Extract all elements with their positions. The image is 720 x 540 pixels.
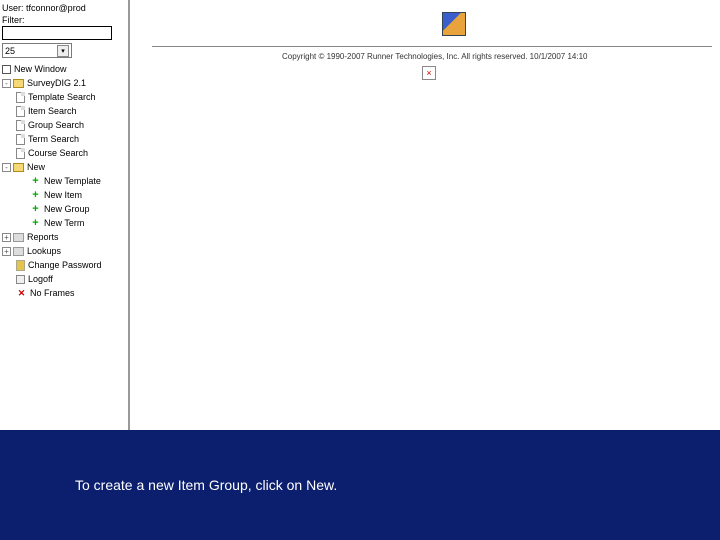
- tree-new-term[interactable]: + New Term: [2, 216, 126, 230]
- plus-icon: +: [30, 188, 41, 202]
- user-label: User:: [2, 3, 24, 13]
- lock-icon: [16, 260, 25, 271]
- plus-icon: +: [30, 202, 41, 216]
- tree-item-search[interactable]: Item Search: [2, 104, 126, 118]
- checkbox-icon[interactable]: [2, 65, 11, 74]
- broken-image-icon: ×: [422, 66, 436, 80]
- tree-new-window[interactable]: New Window: [2, 62, 126, 76]
- chevron-down-icon: ▾: [57, 45, 69, 57]
- folder-icon: [13, 163, 24, 172]
- tree-new-item[interactable]: + New Item: [2, 188, 126, 202]
- page-size-select[interactable]: 25 ▾: [2, 43, 72, 58]
- tree-template-search[interactable]: Template Search: [2, 90, 126, 104]
- content-pane: Copyright © 1990-2007 Runner Technologie…: [132, 0, 720, 430]
- tree-new[interactable]: - New: [2, 160, 126, 174]
- tree-new-group[interactable]: + New Group: [2, 202, 126, 216]
- user-line: User: tfconnor@prod: [2, 3, 126, 13]
- collapse-icon[interactable]: -: [2, 163, 11, 172]
- close-icon: ✕: [16, 286, 27, 300]
- tree-course-search[interactable]: Course Search: [2, 146, 126, 160]
- app-logo-icon: [442, 12, 466, 36]
- folder-icon: [13, 79, 24, 88]
- expand-icon[interactable]: +: [2, 233, 11, 242]
- divider: [152, 46, 712, 47]
- logoff-icon: [16, 275, 25, 284]
- tree-group-search[interactable]: Group Search: [2, 118, 126, 132]
- tree-change-password[interactable]: Change Password: [2, 258, 126, 272]
- tree-root[interactable]: - SurveyDIG 2.1: [2, 76, 126, 90]
- sidebar: User: tfconnor@prod Filter: 25 ▾ New Win…: [0, 0, 130, 430]
- tree-lookups[interactable]: + Lookups: [2, 244, 126, 258]
- tree-reports[interactable]: + Reports: [2, 230, 126, 244]
- nav-tree: New Window - SurveyDIG 2.1 Template Sear…: [2, 62, 126, 300]
- filter-input[interactable]: [2, 26, 112, 40]
- page-icon: [16, 92, 25, 103]
- slide-caption: To create a new Item Group, click on New…: [0, 471, 720, 505]
- tree-logoff[interactable]: Logoff: [2, 272, 126, 286]
- page-icon: [16, 134, 25, 145]
- user-name: tfconnor@prod: [26, 3, 86, 13]
- page-icon: [16, 120, 25, 131]
- plus-icon: +: [30, 216, 41, 230]
- app-window: User: tfconnor@prod Filter: 25 ▾ New Win…: [0, 0, 720, 430]
- tree-term-search[interactable]: Term Search: [2, 132, 126, 146]
- tree-new-template[interactable]: + New Template: [2, 174, 126, 188]
- tree-no-frames[interactable]: ✕ No Frames: [2, 286, 126, 300]
- folder-icon: [13, 233, 24, 242]
- page-icon: [16, 106, 25, 117]
- folder-icon: [13, 247, 24, 256]
- page-size-value: 25: [5, 46, 15, 56]
- collapse-icon[interactable]: -: [2, 79, 11, 88]
- plus-icon: +: [30, 174, 41, 188]
- copyright-text: Copyright © 1990-2007 Runner Technologie…: [282, 52, 588, 61]
- page-icon: [16, 148, 25, 159]
- expand-icon[interactable]: +: [2, 247, 11, 256]
- filter-label: Filter:: [2, 15, 126, 25]
